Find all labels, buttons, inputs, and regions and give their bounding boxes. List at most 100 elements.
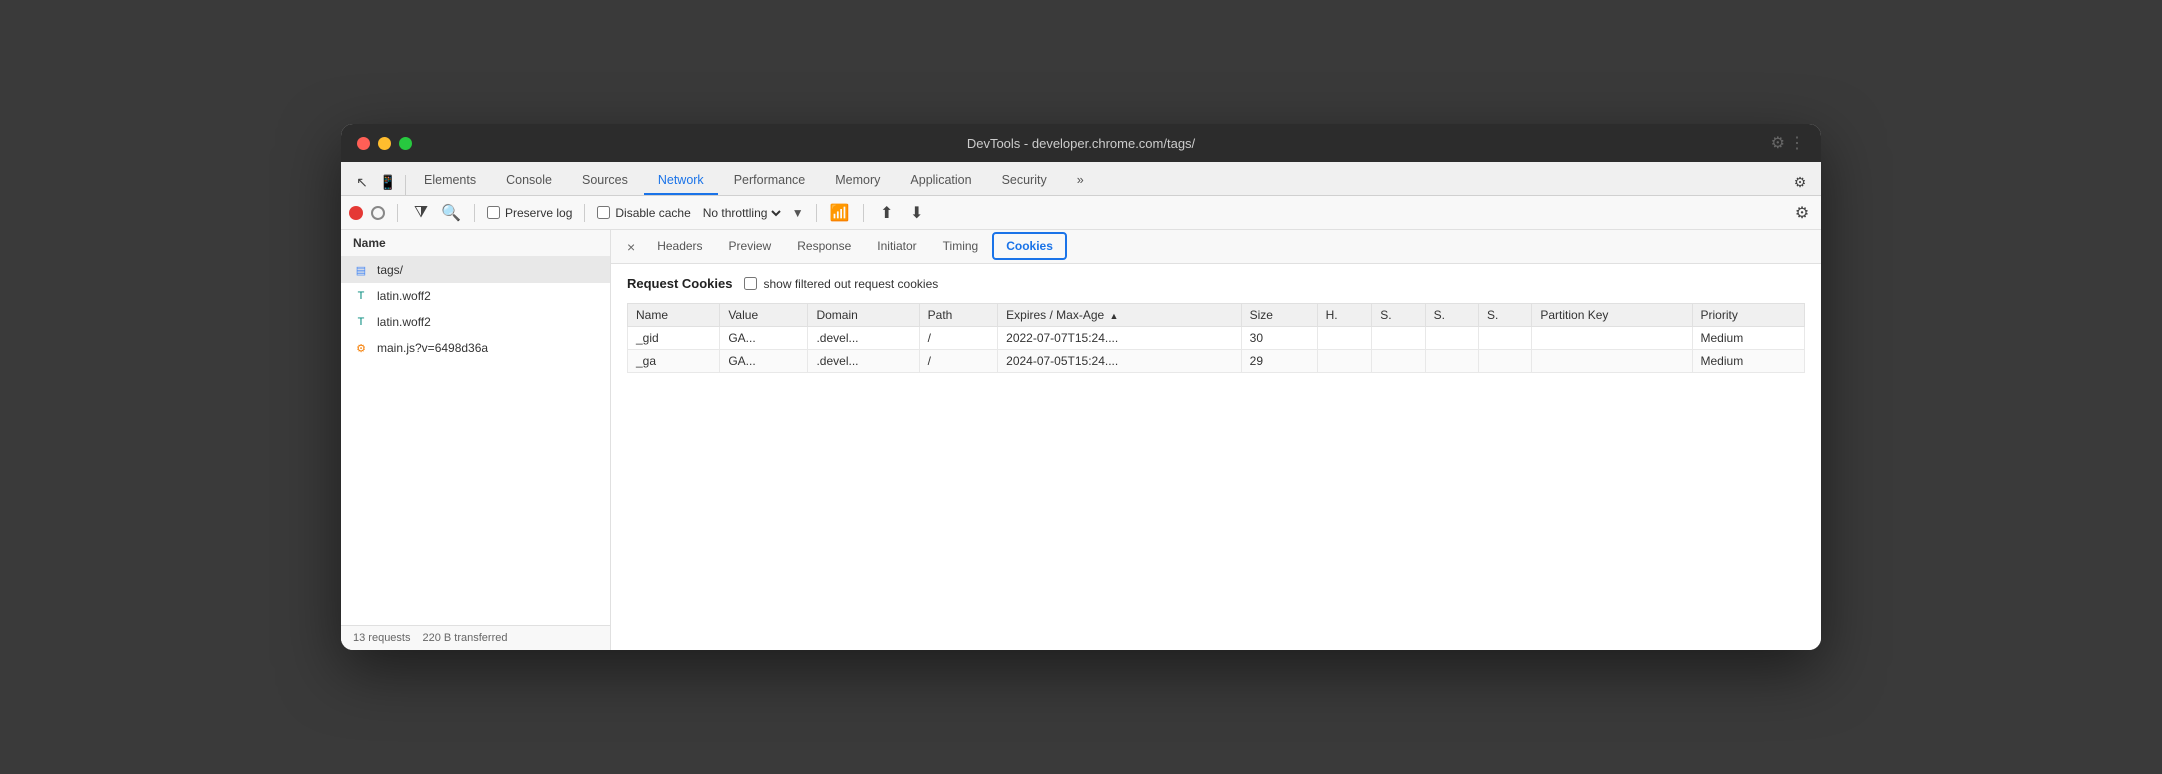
cell-1: GA... — [720, 350, 808, 373]
disable-cache-checkbox[interactable] — [597, 206, 610, 219]
toolbar-divider-5 — [863, 204, 864, 222]
cell-1: GA... — [720, 327, 808, 350]
filter-cookies-label[interactable]: show filtered out request cookies — [744, 277, 938, 291]
upload-icon[interactable]: ⬆ — [876, 202, 898, 224]
cell-4: 2022-07-07T15:24.... — [998, 327, 1242, 350]
tab-timing[interactable]: Timing — [931, 234, 991, 260]
col-priority[interactable]: Priority — [1692, 304, 1804, 327]
col-partition-key[interactable]: Partition Key — [1532, 304, 1692, 327]
tab-sources[interactable]: Sources — [568, 167, 642, 195]
cell-7 — [1372, 327, 1425, 350]
filter-icon[interactable]: ⧩ — [410, 202, 432, 224]
table-row[interactable]: _gaGA....devel.../2024-07-05T15:24....29… — [628, 350, 1805, 373]
cell-9 — [1478, 350, 1531, 373]
throttle-select[interactable]: No throttling Fast 3G Slow 3G — [699, 205, 784, 221]
cursor-icon[interactable]: ↖ — [349, 169, 375, 195]
preserve-log-label[interactable]: Preserve log — [487, 206, 572, 220]
col-value[interactable]: Value — [720, 304, 808, 327]
toolbar-divider-4 — [816, 204, 817, 222]
cell-2: .devel... — [808, 327, 919, 350]
main-content: Name ▤ tags/ T latin.woff2 T latin.woff2… — [341, 230, 1821, 650]
table-row[interactable]: _gidGA....devel.../2022-07-07T15:24....3… — [628, 327, 1805, 350]
cookies-section-title: Request Cookies — [627, 276, 732, 291]
devtools-settings-icon[interactable]: ⚙ — [1787, 169, 1813, 195]
tab-console[interactable]: Console — [492, 167, 566, 195]
cell-9 — [1478, 327, 1531, 350]
tab-security[interactable]: Security — [988, 167, 1061, 195]
minimize-button[interactable] — [378, 137, 391, 150]
col-expires[interactable]: Expires / Max-Age ▲ — [998, 304, 1242, 327]
settings-icon[interactable]: ⚙ — [1771, 133, 1785, 153]
cell-8 — [1425, 327, 1478, 350]
wifi-icon[interactable]: 📶 — [829, 202, 851, 224]
cell-0: _gid — [628, 327, 720, 350]
sidebar-item-latin-1[interactable]: T latin.woff2 — [341, 283, 610, 309]
tab-performance[interactable]: Performance — [720, 167, 820, 195]
devtools-window: DevTools - developer.chrome.com/tags/ ⚙ … — [341, 124, 1821, 650]
tab-response[interactable]: Response — [785, 234, 863, 260]
sidebar-item-tags[interactable]: ▤ tags/ — [341, 257, 610, 283]
cell-5: 30 — [1241, 327, 1317, 350]
sidebar-item-label: latin.woff2 — [377, 315, 431, 329]
document-icon: ▤ — [353, 262, 369, 278]
tab-initiator[interactable]: Initiator — [865, 234, 928, 260]
tab-elements[interactable]: Elements — [410, 167, 490, 195]
cell-6 — [1317, 350, 1372, 373]
sidebar-item-latin-2[interactable]: T latin.woff2 — [341, 309, 610, 335]
filter-cookies-text: show filtered out request cookies — [763, 277, 938, 291]
download-icon[interactable]: ⬇ — [906, 202, 928, 224]
filter-cookies-checkbox[interactable] — [744, 277, 757, 290]
toolbar-divider-3 — [584, 204, 585, 222]
sidebar-item-label: main.js?v=6498d36a — [377, 341, 488, 355]
toolbar-divider-2 — [474, 204, 475, 222]
sidebar-item-label: latin.woff2 — [377, 289, 431, 303]
tab-headers[interactable]: Headers — [645, 234, 714, 260]
col-s1[interactable]: S. — [1372, 304, 1425, 327]
col-name[interactable]: Name — [628, 304, 720, 327]
cookies-section: Request Cookies show filtered out reques… — [611, 264, 1821, 650]
clear-button[interactable] — [371, 206, 385, 220]
detail-close-button[interactable]: × — [619, 235, 643, 259]
col-path[interactable]: Path — [919, 304, 998, 327]
col-h[interactable]: H. — [1317, 304, 1372, 327]
cell-7 — [1372, 350, 1425, 373]
tab-cookies[interactable]: Cookies — [992, 232, 1067, 260]
disable-cache-label[interactable]: Disable cache — [597, 206, 690, 220]
maximize-button[interactable] — [399, 137, 412, 150]
search-icon[interactable]: 🔍 — [440, 202, 462, 224]
detail-tabs: × Headers Preview Response Initiator Tim… — [611, 230, 1821, 264]
font-icon-2: T — [353, 314, 369, 330]
cell-11: Medium — [1692, 350, 1804, 373]
close-button[interactable] — [357, 137, 370, 150]
more-icon[interactable]: ⋮ — [1789, 133, 1805, 153]
col-s3[interactable]: S. — [1478, 304, 1531, 327]
tab-memory[interactable]: Memory — [821, 167, 894, 195]
tab-network[interactable]: Network — [644, 167, 718, 195]
col-size[interactable]: Size — [1241, 304, 1317, 327]
cell-3: / — [919, 350, 998, 373]
tab-application[interactable]: Application — [896, 167, 985, 195]
sidebar: Name ▤ tags/ T latin.woff2 T latin.woff2… — [341, 230, 611, 650]
table-header-row: Name Value Domain Path Expires / Max-Age… — [628, 304, 1805, 327]
preserve-log-checkbox[interactable] — [487, 206, 500, 219]
toolbar-divider-1 — [397, 204, 398, 222]
tab-more[interactable]: » — [1063, 167, 1098, 195]
detail-panel: × Headers Preview Response Initiator Tim… — [611, 230, 1821, 650]
tab-preview[interactable]: Preview — [717, 234, 784, 260]
title-bar: DevTools - developer.chrome.com/tags/ ⚙ … — [341, 124, 1821, 162]
device-toolbar-icon[interactable]: 📱 — [375, 169, 401, 195]
traffic-lights — [357, 137, 412, 150]
font-icon-1: T — [353, 288, 369, 304]
sidebar-header: Name — [341, 230, 610, 257]
tabs-divider — [405, 175, 406, 195]
main-tabs-bar: ↖ 📱 Elements Console Sources Network Per… — [341, 162, 1821, 196]
record-button[interactable] — [349, 206, 363, 220]
network-settings-icon[interactable]: ⚙ — [1791, 202, 1813, 224]
sidebar-item-mainjs[interactable]: ⚙ main.js?v=6498d36a — [341, 335, 610, 361]
cell-0: _ga — [628, 350, 720, 373]
cell-10 — [1532, 327, 1692, 350]
network-toolbar: ⧩ 🔍 Preserve log Disable cache No thrott… — [341, 196, 1821, 230]
col-domain[interactable]: Domain — [808, 304, 919, 327]
col-s2[interactable]: S. — [1425, 304, 1478, 327]
sidebar-item-label: tags/ — [377, 263, 403, 277]
